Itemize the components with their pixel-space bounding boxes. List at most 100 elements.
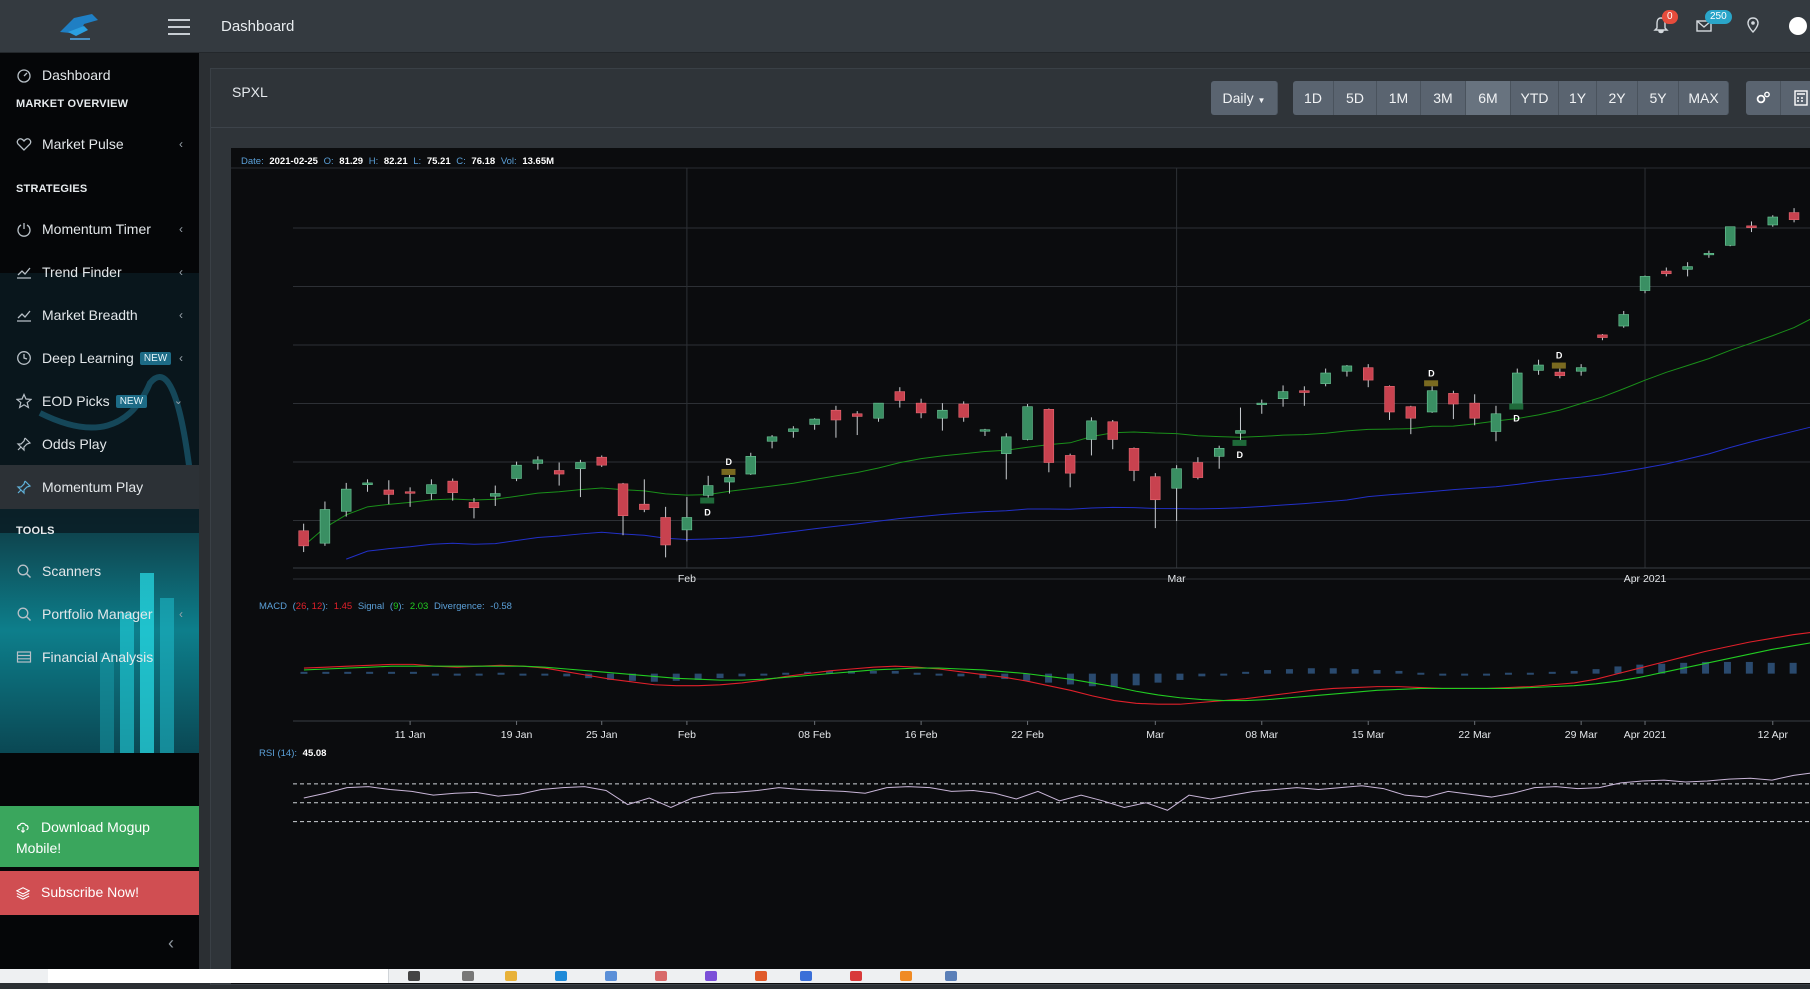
candle [490,493,501,497]
macd-histogram-bar [1023,673,1031,681]
app-icon[interactable] [800,971,812,981]
signal-marker-label: D [1236,450,1243,460]
stock-chart[interactable]: Date: 2021-02-25 O: 81.29 H: 82.21 L: 75… [231,148,1810,984]
sidebar-item-dashboard[interactable]: Dashboard [0,53,199,97]
section-heading-market-overview: MARKET OVERVIEW [16,98,129,110]
sidebar-item-market-breadth[interactable]: Market Breadth ‹ [0,293,199,337]
range-button-3m[interactable]: 3M [1421,81,1466,115]
download-mobile-app-button[interactable]: Download Mogup Mobile! [0,806,199,867]
collapse-sidebar-button[interactable]: ‹ [168,933,174,954]
candle [1469,402,1480,419]
candle [1724,226,1736,246]
sidebar-item-label: Momentum Play [42,479,144,495]
range-button-max[interactable]: MAX [1679,81,1729,115]
range-button-5d[interactable]: 5D [1334,81,1377,115]
date-tick-label: 08 Feb [798,729,831,741]
task-view-icon[interactable] [408,971,420,981]
new-badge: NEW [115,394,148,408]
user-avatar-button[interactable] [1788,16,1808,36]
macd-histogram-bar [1307,668,1315,674]
chart-card: SPXL Daily ▼ 1D 5D 1M 3M 6M YTD 1Y 2Y 5Y… [210,68,1810,985]
macd-value: 1.45 [334,601,353,612]
macd-histogram-bar [1351,669,1359,674]
sidebar-item-momentum-timer[interactable]: Momentum Timer ‹ [0,207,199,251]
app-icon[interactable] [755,971,767,981]
macd-histogram-bar [1198,673,1206,677]
notifications-button[interactable]: 0 [1652,10,1678,36]
app-icon[interactable] [605,971,617,981]
candle [1703,253,1715,256]
sidebar-item-eod-picks[interactable]: EOD Picks NEW ⌄ [0,379,199,423]
range-button-1m[interactable]: 1M [1377,81,1421,115]
chart-settings-button[interactable] [1746,81,1781,115]
signal-marker-glyph [1509,403,1524,410]
candle [724,477,735,483]
macd-histogram-bar [1329,668,1337,674]
macd-histogram-bar [913,672,921,675]
clock-icon [17,351,31,365]
date-tick-label: 08 Mar [1245,729,1278,741]
candle [894,391,906,401]
line-chart-icon [17,267,31,279]
section-heading-tools: TOOLS [16,525,55,537]
sidebar-item-scanners[interactable]: Scanners [0,549,199,593]
macd-histogram-bar [738,673,746,677]
app-icon[interactable] [850,971,862,981]
interval-dropdown[interactable]: Daily ▼ [1211,81,1278,115]
macd-histogram-bar [1483,673,1491,676]
macd-histogram-bar [1767,662,1775,674]
sidebar-item-momentum-play[interactable]: Momentum Play [0,465,199,509]
location-button[interactable] [1744,16,1764,36]
page-title: Dashboard [221,18,295,35]
chevron-down-icon: ⌄ [173,395,183,407]
range-button-ytd[interactable]: YTD [1511,81,1559,115]
app-icon[interactable] [945,971,957,981]
table-icon [16,651,32,663]
date-tick-label: 12 Apr [1758,729,1789,741]
signal-marker-glyph [1551,362,1566,369]
sidebar-item-deep-learning[interactable]: Deep Learning NEW ‹ [0,336,199,380]
signal-marker-label: D [725,457,732,467]
signal-marker-glyph [721,468,736,475]
date-tick-label: 25 Jan [586,729,618,741]
sidebar-item-market-pulse[interactable]: Market Pulse ‹ [0,122,199,166]
signal-marker-label: D [1428,368,1435,378]
brand-logo[interactable] [54,10,106,44]
app-icon[interactable] [900,971,912,981]
sidebar-toggle-button[interactable] [168,16,190,35]
chart-area[interactable]: Date: 2021-02-25 O: 81.29 H: 82.21 L: 75… [231,148,1810,984]
subscribe-now-button[interactable]: Subscribe Now! [0,871,199,915]
calculator-button[interactable] [1781,81,1810,115]
macd-histogram-bar [1439,673,1447,676]
sidebar-item-portfolio-manager[interactable]: Portfolio Manager ‹ [0,592,199,636]
macd-line [303,631,1810,705]
sidebar-item-label: Market Breadth [42,307,138,323]
calculator-icon [1794,90,1808,106]
range-button-6m[interactable]: 6M [1466,81,1511,115]
visual-studio-icon[interactable] [705,971,717,981]
signal-marker-glyph [700,497,715,504]
file-explorer-icon[interactable] [505,971,517,981]
sidebar-item-financial-analysis[interactable]: Financial Analysis [0,635,199,679]
candle [1001,436,1012,454]
range-button-1d[interactable]: 1D [1293,81,1334,115]
taskbar-search-box[interactable] [48,969,389,983]
messages-button[interactable]: 250 [1695,10,1732,36]
range-button-2y[interactable]: 2Y [1597,81,1638,115]
low-value: 75.21 [427,156,451,167]
moving-average-slow-line [346,426,1810,560]
app-icon[interactable] [462,971,474,981]
candle [915,402,927,414]
range-button-1y[interactable]: 1Y [1559,81,1597,115]
vscode-icon[interactable] [555,971,567,981]
candle [1256,402,1267,405]
range-button-5y[interactable]: 5Y [1638,81,1679,115]
app-icon[interactable] [655,971,667,981]
sidebar-item-trend-finder[interactable]: Trend Finder ‹ [0,250,199,294]
candle [1341,365,1353,372]
sidebar-item-odds-play[interactable]: Odds Play [0,422,199,466]
macd-histogram-bar [1242,671,1250,674]
search-icon [17,607,31,621]
interval-dropdown-label: Daily [1222,90,1254,106]
candle [1512,372,1523,407]
